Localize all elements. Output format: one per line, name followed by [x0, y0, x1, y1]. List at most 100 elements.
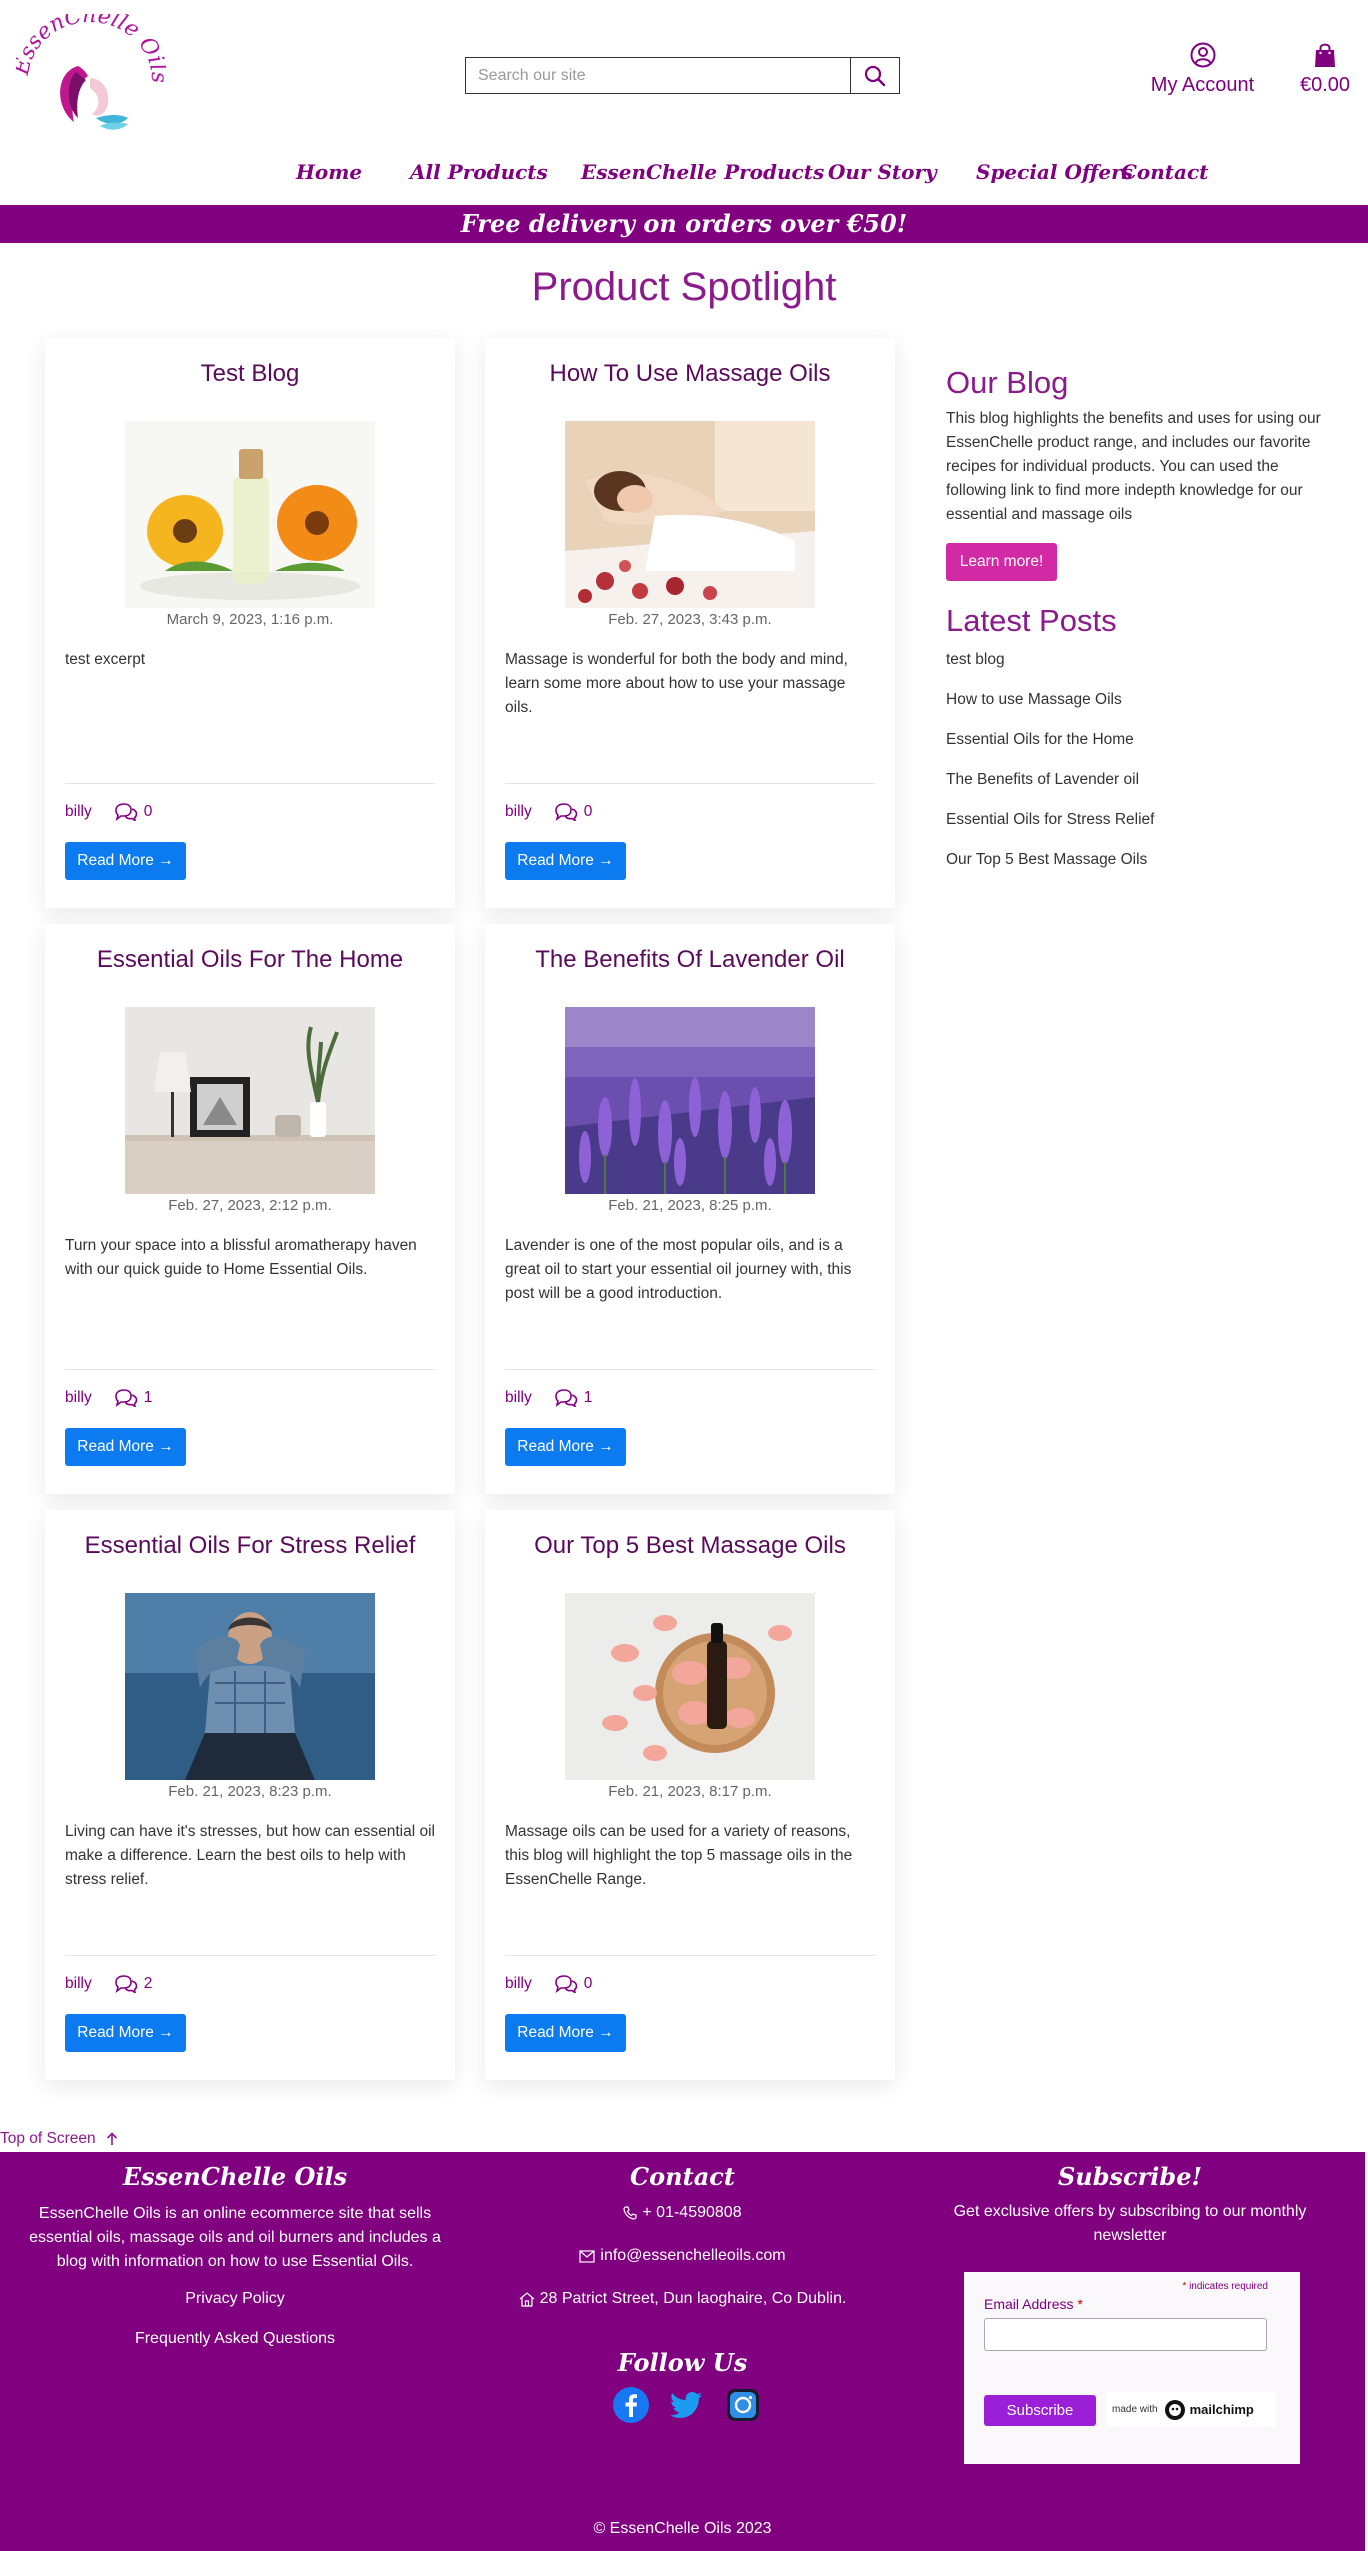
read-more-button[interactable]: Read More → — [65, 842, 186, 880]
subscribe-heading: Subscribe! — [1057, 2162, 1203, 2191]
subscribe-button[interactable]: Subscribe — [984, 2395, 1096, 2426]
post-excerpt: Massage is wonderful for both the body a… — [505, 651, 848, 716]
post-meta: billy 1 — [505, 1387, 592, 1409]
cart-link[interactable]: €0.00 — [1290, 42, 1360, 97]
top-of-screen-link[interactable]: Top of Screen — [0, 2130, 118, 2148]
post-card: The Benefits Of Lavender Oil Feb. 21, 20… — [485, 924, 895, 1494]
nav-contact[interactable]: Contact — [1121, 160, 1208, 184]
newsletter-email-input[interactable] — [984, 2318, 1267, 2351]
comment-count: 0 — [583, 803, 593, 820]
cart-total: €0.00 — [1299, 74, 1351, 96]
footer-phone-text: + 01-4590808 — [642, 2204, 742, 2221]
instagram-icon[interactable] — [724, 2386, 762, 2424]
comment-count: 0 — [143, 803, 153, 820]
my-account-link[interactable]: My Account — [1140, 42, 1265, 97]
post-author[interactable]: billy — [505, 803, 532, 821]
envelope-icon — [579, 2249, 595, 2263]
post-excerpt: Massage oils can be used for a variety o… — [505, 1823, 853, 1888]
post-title[interactable]: Essential Oils For The Home — [55, 946, 445, 974]
post-date: Feb. 21, 2023, 8:25 p.m. — [608, 1197, 772, 1214]
nav-special-offers[interactable]: Special Offers — [976, 160, 1133, 184]
post-meta: billy 2 — [65, 1973, 152, 1995]
nav-all-products[interactable]: All Products — [410, 160, 548, 184]
petals-bottle-image — [565, 1593, 815, 1780]
shopping-bag-icon — [1315, 43, 1335, 67]
post-comments: 0 — [554, 1975, 592, 1993]
post-title[interactable]: The Benefits Of Lavender Oil — [495, 946, 885, 974]
post-title[interactable]: Essential Oils For Stress Relief — [55, 1532, 445, 1560]
post-card: Our Top 5 Best Massage Oils Feb. 21, 202… — [485, 1510, 895, 2080]
search-button[interactable] — [850, 57, 900, 94]
post-image[interactable] — [125, 1593, 375, 1780]
footer-email-text: info@essenchelleoils.com — [600, 2247, 786, 2264]
nav-essenchelle-products[interactable]: EssenChelle Products — [581, 160, 824, 184]
latest-post-link[interactable]: How to use Massage Oils — [946, 689, 1336, 729]
post-comments: 0 — [554, 803, 593, 821]
post-author[interactable]: billy — [505, 1389, 532, 1407]
post-excerpt: Lavender is one of the most popular oils… — [505, 1237, 852, 1302]
post-image[interactable] — [565, 421, 815, 608]
footer-about-heading: EssenChelle Oils — [122, 2162, 348, 2191]
logo-graphic: EssenChelle Oils — [9, 3, 171, 130]
post-author[interactable]: billy — [505, 1975, 532, 1993]
post-image[interactable] — [565, 1007, 815, 1194]
post-title[interactable]: Our Top 5 Best Massage Oils — [495, 1532, 885, 1560]
my-account-label: My Account — [1150, 74, 1255, 96]
post-excerpt: test excerpt — [65, 651, 146, 668]
main-navigation: Home All Products EssenChelle Products O… — [0, 160, 1368, 190]
faq-link[interactable]: Frequently Asked Questions — [0, 2330, 470, 2348]
search-input[interactable] — [465, 57, 850, 94]
footer-email[interactable]: info@essenchelleoils.com — [480, 2247, 885, 2265]
follow-us-heading: Follow Us — [617, 2348, 748, 2377]
latest-post-link[interactable]: test blog — [946, 649, 1336, 689]
post-excerpt: Turn your space into a blissful aromathe… — [65, 1237, 417, 1278]
footer-address: 28 Patrict Street, Dun laoghaire, Co Dub… — [480, 2290, 885, 2308]
post-date: Feb. 27, 2023, 2:12 p.m. — [168, 1197, 332, 1214]
required-note: * indicates required — [1182, 2281, 1268, 2292]
mailchimp-badge[interactable]: made with mailchimp — [1106, 2392, 1276, 2427]
post-divider — [505, 1369, 875, 1370]
facebook-icon[interactable] — [612, 2386, 650, 2424]
search-icon — [864, 65, 886, 86]
post-image[interactable] — [125, 421, 375, 608]
post-excerpt: Living can have it's stresses, but how c… — [65, 1823, 435, 1888]
mailchimp-wordmark: mailchimp — [1189, 2402, 1254, 2417]
our-blog-heading: Our Blog — [946, 365, 1069, 400]
post-divider — [65, 783, 435, 784]
search-bar — [465, 57, 900, 94]
home-icon — [519, 2291, 534, 2307]
post-title[interactable]: How To Use Massage Oils — [495, 360, 885, 388]
post-image[interactable] — [125, 1007, 375, 1194]
read-more-button[interactable]: Read More → — [65, 2014, 186, 2052]
post-meta: billy 0 — [65, 801, 152, 823]
nav-home[interactable]: Home — [296, 160, 362, 184]
post-comments: 2 — [114, 1975, 152, 1993]
post-date: Feb. 21, 2023, 8:17 p.m. — [608, 1783, 772, 1800]
latest-post-link[interactable]: Essential Oils for the Home — [946, 729, 1336, 769]
post-card: Essential Oils For The Home Feb. 27, 202… — [45, 924, 455, 1494]
post-image[interactable] — [565, 1593, 815, 1780]
privacy-policy-link[interactable]: Privacy Policy — [0, 2290, 470, 2308]
footer-phone[interactable]: + 01-4590808 — [480, 2204, 885, 2222]
post-author[interactable]: billy — [65, 1389, 92, 1407]
read-more-button[interactable]: Read More → — [505, 842, 626, 880]
comments-icon — [554, 803, 578, 821]
twitter-icon[interactable] — [668, 2386, 706, 2424]
post-title[interactable]: Test Blog — [55, 360, 445, 388]
massage-image — [565, 421, 815, 608]
read-more-button[interactable]: Read More → — [65, 1428, 186, 1466]
latest-post-link[interactable]: The Benefits of Lavender oil — [946, 769, 1336, 809]
post-author[interactable]: billy — [65, 1975, 92, 1993]
read-more-button[interactable]: Read More → — [505, 1428, 626, 1466]
user-circle-icon — [1190, 42, 1215, 68]
post-author[interactable]: billy — [65, 803, 92, 821]
comments-icon — [554, 1975, 578, 1993]
latest-post-link[interactable]: Our Top 5 Best Massage Oils — [946, 849, 1336, 889]
brand-logo[interactable]: EssenChelle Oils — [9, 3, 171, 144]
nav-our-story[interactable]: Our Story — [828, 160, 937, 184]
flowers-oil-image — [125, 421, 375, 608]
learn-more-button[interactable]: Learn more! — [946, 543, 1057, 581]
latest-post-link[interactable]: Essential Oils for Stress Relief — [946, 809, 1336, 849]
footer-contact-heading: Contact — [630, 2162, 735, 2191]
read-more-button[interactable]: Read More → — [505, 2014, 626, 2052]
